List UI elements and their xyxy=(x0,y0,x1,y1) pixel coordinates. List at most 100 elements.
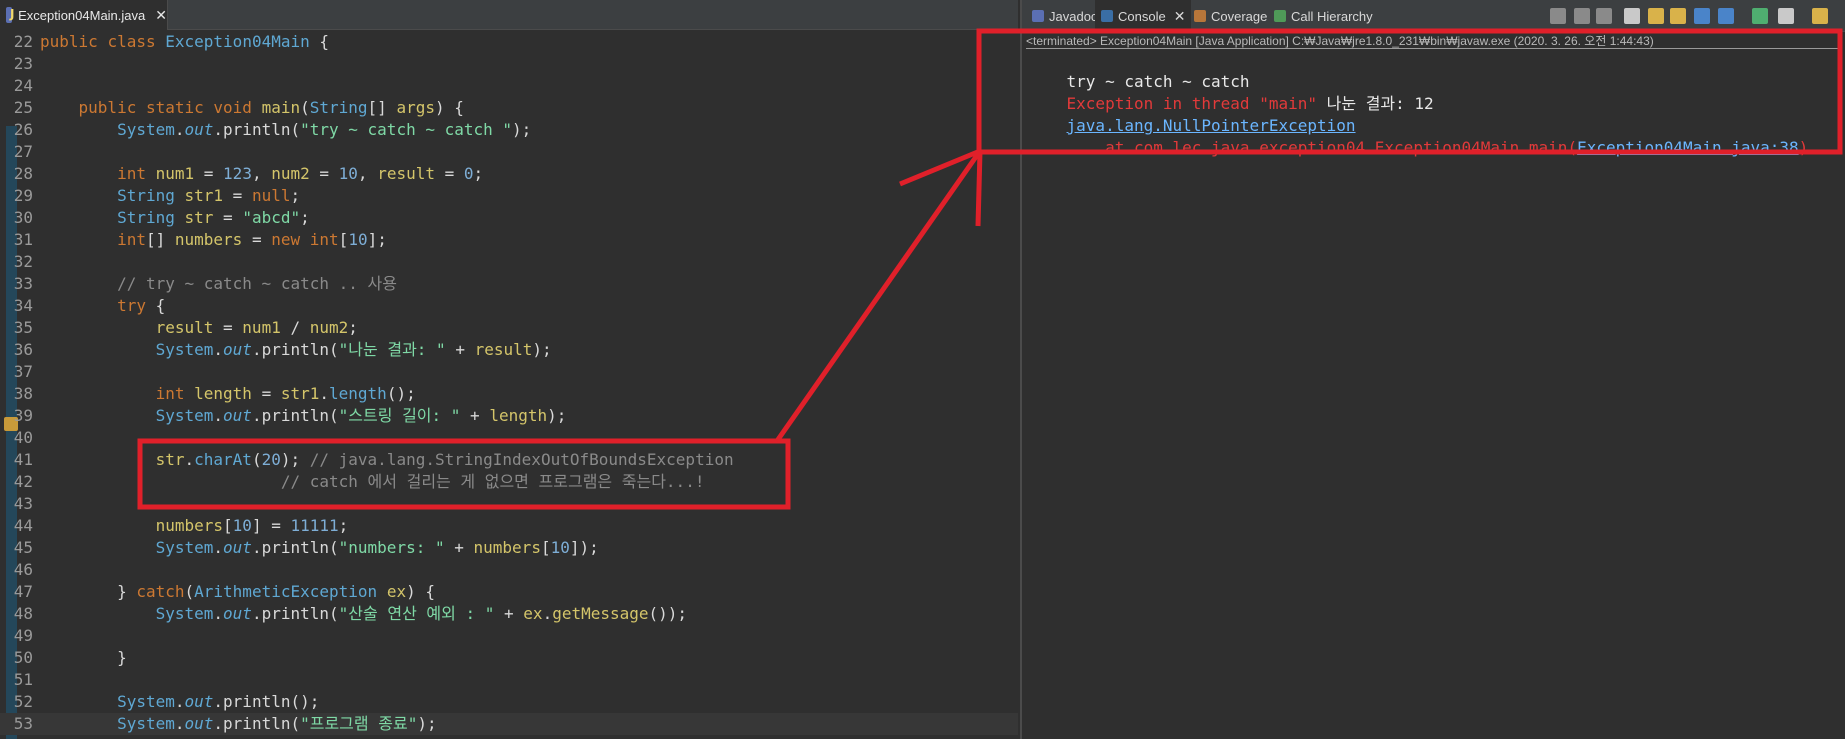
code-text: System.out.println("스트링 길이: " + length); xyxy=(155,406,567,425)
code-line[interactable]: 28 int num1 = 123, num2 = 10, result = 0… xyxy=(0,163,1018,185)
console-line: try ~ catch ~ catch xyxy=(1028,49,1250,91)
code-line[interactable]: 49 xyxy=(0,625,1018,647)
stack-trace-text: at com.lec.java.exception04.Exception04M… xyxy=(1066,138,1578,157)
java-file-icon xyxy=(6,7,15,23)
line-number: 43 xyxy=(13,494,33,513)
code-text: int length = str1.length(); xyxy=(155,384,416,403)
code-line[interactable]: 52 System.out.println(); xyxy=(0,691,1018,713)
line-number: 41 xyxy=(13,450,33,469)
pin-console-icon[interactable] xyxy=(1752,8,1768,24)
open-console-icon[interactable] xyxy=(1812,8,1828,24)
line-number: 50 xyxy=(13,648,33,667)
remove-all-icon[interactable] xyxy=(1596,8,1612,24)
scroll-lock-icon[interactable] xyxy=(1648,8,1664,24)
show-stdout-icon[interactable] xyxy=(1694,8,1710,24)
code-line[interactable]: 34 try { xyxy=(0,295,1018,317)
code-text: public class Exception04Main { xyxy=(40,32,330,51)
code-line[interactable]: 40 xyxy=(0,427,1018,449)
line-number: 37 xyxy=(13,362,33,381)
code-line[interactable]: 26 System.out.println("try ~ catch ~ cat… xyxy=(0,119,1018,141)
code-text: System.out.println("프로그램 종료"); xyxy=(117,714,437,733)
code-line[interactable]: 44 numbers[10] = 11111; xyxy=(0,515,1018,537)
close-icon[interactable]: ✕ xyxy=(155,7,167,24)
code-line[interactable]: 22 public class Exception04Main { xyxy=(0,31,1018,53)
word-wrap-icon[interactable] xyxy=(1670,8,1686,24)
console-line: java.lang.NullPointerException xyxy=(1028,93,1356,135)
editor-tab-label: Exception04Main.java xyxy=(18,7,146,23)
close-icon[interactable]: ✕ xyxy=(1174,8,1186,25)
code-line[interactable]: 43 xyxy=(0,493,1018,515)
code-line[interactable]: 38 int length = str1.length(); xyxy=(0,383,1018,405)
show-stderr-icon[interactable] xyxy=(1718,8,1734,24)
code-text: // catch 에서 걸리는 게 없으면 프로그램은 죽는다...! xyxy=(280,472,705,491)
code-line[interactable]: 32 xyxy=(0,251,1018,273)
code-line[interactable]: 42 // catch 에서 걸리는 게 없으면 프로그램은 죽는다...! xyxy=(0,471,1018,493)
clear-console-icon[interactable] xyxy=(1624,8,1640,24)
console-line: Exception in thread "main" 나눈 결과: 12 xyxy=(1028,71,1434,113)
line-number: 23 xyxy=(13,54,33,73)
code-line[interactable]: 24 xyxy=(0,75,1018,97)
code-line[interactable]: 30 String str = "abcd"; xyxy=(0,207,1018,229)
code-line[interactable]: 31 int[] numbers = new int[10]; xyxy=(0,229,1018,251)
code-line[interactable]: 23 xyxy=(0,53,1018,75)
code-text: int num1 = 123, num2 = 10, result = 0; xyxy=(117,164,484,183)
code-text: String str1 = null; xyxy=(117,186,301,205)
code-line[interactable]: 27 xyxy=(0,141,1018,163)
line-number: 53 xyxy=(13,714,33,733)
code-text: } xyxy=(40,648,127,667)
code-line[interactable]: 41 str.charAt(20); // java.lang.StringIn… xyxy=(0,449,1018,471)
line-number: 39 xyxy=(13,406,33,425)
line-number: 24 xyxy=(13,76,33,95)
code-line[interactable]: 39 System.out.println("스트링 길이: " + lengt… xyxy=(0,405,1018,427)
console-process-header: <terminated> Exception04Main [Java Appli… xyxy=(1026,34,1654,48)
code-text: System.out.println(); xyxy=(117,692,320,711)
tab-label: Coverage xyxy=(1211,8,1268,24)
tab-javadoc[interactable]: Javadoc xyxy=(1026,0,1097,32)
line-number: 34 xyxy=(13,296,33,315)
line-number: 28 xyxy=(13,164,33,183)
code-line[interactable]: 51 xyxy=(0,669,1018,691)
code-text: String str = "abcd"; xyxy=(117,208,310,227)
code-line[interactable]: 48 System.out.println("산술 연산 예외 : " + ex… xyxy=(0,603,1018,625)
terminate-icon[interactable] xyxy=(1550,8,1566,24)
line-number: 46 xyxy=(13,560,33,579)
code-line[interactable]: 53 System.out.println("프로그램 종료"); xyxy=(0,713,1018,735)
line-number: 40 xyxy=(13,428,33,447)
code-line[interactable]: 29 String str1 = null; xyxy=(0,185,1018,207)
tab-console[interactable]: Console ✕ xyxy=(1095,0,1192,32)
editor-tab-exception04main[interactable]: Exception04Main.java ✕ xyxy=(0,0,168,30)
remove-launch-icon[interactable] xyxy=(1574,8,1590,24)
code-line[interactable]: 46 xyxy=(0,559,1018,581)
code-editor[interactable]: Exception04Main.java ✕ 22 public class Ex… xyxy=(0,0,1018,739)
call-hierarchy-icon xyxy=(1274,10,1286,22)
code-text: numbers[10] = 11111; xyxy=(155,516,349,535)
code-line[interactable]: 25 public static void main(String[] args… xyxy=(0,97,1018,119)
code-line[interactable]: 47 } catch(ArithmeticException ex) { xyxy=(0,581,1018,603)
code-text: } catch(ArithmeticException ex) { xyxy=(40,582,435,601)
code-text: result = num1 / num2; xyxy=(155,318,358,337)
line-number: 30 xyxy=(13,208,33,227)
tab-coverage[interactable]: Coverage xyxy=(1188,0,1267,32)
line-number: 32 xyxy=(13,252,33,271)
line-number: 44 xyxy=(13,516,33,535)
stack-trace-link[interactable]: Exception04Main.java:38 xyxy=(1577,138,1799,157)
code-line[interactable]: 36 System.out.println("나눈 결과: " + result… xyxy=(0,339,1018,361)
code-text: // try ~ catch ~ catch .. 사용 xyxy=(117,274,397,293)
console-tab-bar: Javadoc Console ✕ Coverage Call Hierarch… xyxy=(1022,0,1845,32)
code-line[interactable]: 33 // try ~ catch ~ catch .. 사용 xyxy=(0,273,1018,295)
code-text: public static void main(String[] args) { xyxy=(78,98,464,117)
code-line[interactable]: 50 } xyxy=(0,647,1018,669)
code-line[interactable]: 45 System.out.println("numbers: " + numb… xyxy=(0,537,1018,559)
line-number: 36 xyxy=(13,340,33,359)
display-console-icon[interactable] xyxy=(1778,8,1794,24)
code-line[interactable]: 37 xyxy=(0,361,1018,383)
editor-tab-bar: Exception04Main.java ✕ xyxy=(0,0,1018,30)
code-line[interactable]: 35 result = num1 / num2; xyxy=(0,317,1018,339)
tab-label: Javadoc xyxy=(1049,8,1098,24)
line-number: 26 xyxy=(13,120,33,139)
line-number: 42 xyxy=(13,472,33,491)
line-number: 38 xyxy=(13,384,33,403)
code-text: System.out.println("산술 연산 예외 : " + ex.ge… xyxy=(155,604,688,623)
tab-call-hierarchy[interactable]: Call Hierarchy xyxy=(1268,0,1373,32)
console-view[interactable]: Javadoc Console ✕ Coverage Call Hierarch… xyxy=(1020,0,1845,739)
